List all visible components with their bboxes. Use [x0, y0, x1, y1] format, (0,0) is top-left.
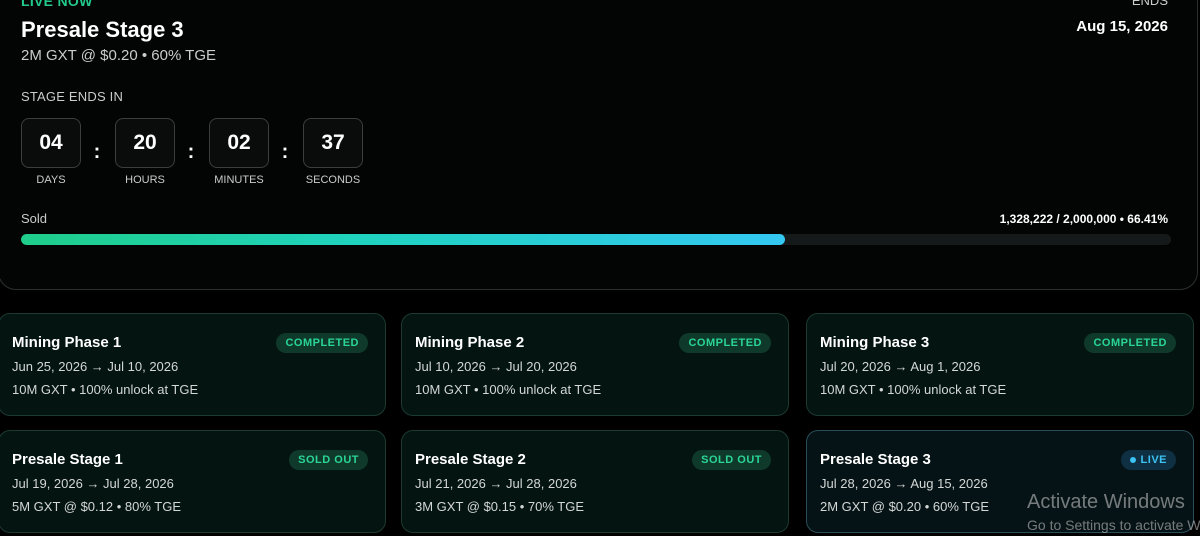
live-badge: LIVE [1120, 450, 1176, 470]
activate-windows-watermark-subtitle: Go to Settings to activate Windows. [1027, 517, 1200, 533]
sold-stats: 1,328,222 / 2,000,000 • 66.41% [999, 212, 1168, 226]
stage-card-info: 10M GXT • 100% unlock at TGE [820, 382, 1007, 397]
countdown-days: 04 [21, 118, 81, 168]
stage-card-dates: Jul 28, 2026 → Aug 15, 2026 [820, 476, 988, 491]
stage-card-dates: Jul 19, 2026 → Jul 28, 2026 [12, 476, 174, 491]
sold-progress-fill [21, 234, 785, 245]
countdown-seconds: 37 [303, 118, 363, 168]
ends-date: Aug 15, 2026 [1076, 18, 1168, 35]
status-badge: COMPLETED [1084, 333, 1176, 353]
current-stage-panel: LIVE NOW Presale Stage 3 2M GXT @ $0.20 … [0, 0, 1198, 290]
live-now-label: LIVE NOW [21, 0, 93, 9]
stage-card[interactable]: Mining Phase 1 COMPLETED Jun 25, 2026 → … [0, 313, 386, 416]
activate-windows-watermark: Activate Windows [1027, 491, 1185, 513]
countdown-seconds-label: SECONDS [305, 174, 361, 186]
stage-card-title: Presale Stage 3 [820, 451, 931, 468]
stage-card-info: 10M GXT • 100% unlock at TGE [12, 382, 199, 397]
ends-label: ENDS [1131, 0, 1168, 8]
stage-card-title: Mining Phase 1 [12, 334, 122, 351]
status-badge: COMPLETED [679, 333, 771, 353]
status-badge: SOLD OUT [289, 450, 368, 470]
countdown-days-label: DAYS [36, 174, 66, 186]
countdown-separator: : [93, 141, 101, 163]
stage-card-title: Presale Stage 2 [415, 451, 526, 468]
stage-ends-in-label: STAGE ENDS IN [21, 89, 124, 104]
stage-card-dates: Jul 20, 2026 → Aug 1, 2026 [820, 359, 981, 374]
countdown-minutes: 02 [209, 118, 269, 168]
stage-card-title: Mining Phase 2 [415, 334, 525, 351]
status-badge: SOLD OUT [692, 450, 771, 470]
sold-progress-bar [21, 234, 1171, 245]
stage-card[interactable]: Presale Stage 2 SOLD OUT Jul 21, 2026 → … [401, 430, 789, 533]
countdown-hours-label: HOURS [125, 174, 165, 186]
stage-card-info: 3M GXT @ $0.15 • 70% TGE [415, 499, 585, 514]
stage-card-info: 2M GXT @ $0.20 • 60% TGE [820, 499, 990, 514]
live-dot-icon [1129, 457, 1136, 463]
stage-card[interactable]: Mining Phase 2 COMPLETED Jul 10, 2026 → … [401, 313, 789, 416]
stage-card-dates: Jul 10, 2026 → Jul 20, 2026 [415, 359, 577, 374]
stage-card-title: Mining Phase 3 [820, 334, 930, 351]
stage-card-info: 5M GXT @ $0.12 • 80% TGE [12, 499, 182, 514]
countdown-minutes-label: MINUTES [214, 174, 264, 186]
stage-card-title: Presale Stage 1 [12, 451, 123, 468]
countdown-separator: : [281, 141, 289, 163]
stage-card[interactable]: Mining Phase 3 COMPLETED Jul 20, 2026 → … [806, 313, 1194, 416]
stage-card-dates: Jul 21, 2026 → Jul 28, 2026 [415, 476, 577, 491]
stage-subtitle: 2M GXT @ $0.20 • 60% TGE [21, 47, 217, 64]
countdown-separator: : [187, 141, 195, 163]
countdown-hours: 20 [115, 118, 175, 168]
stage-card-dates: Jun 25, 2026 → Jul 10, 2026 [12, 359, 179, 374]
stage-card[interactable]: Presale Stage 1 SOLD OUT Jul 19, 2026 → … [0, 430, 386, 533]
status-badge: COMPLETED [276, 333, 368, 353]
stage-title: Presale Stage 3 [21, 17, 184, 42]
stage-card-info: 10M GXT • 100% unlock at TGE [415, 382, 602, 397]
sold-label: Sold [21, 211, 48, 226]
live-badge-label: LIVE [1140, 454, 1167, 466]
